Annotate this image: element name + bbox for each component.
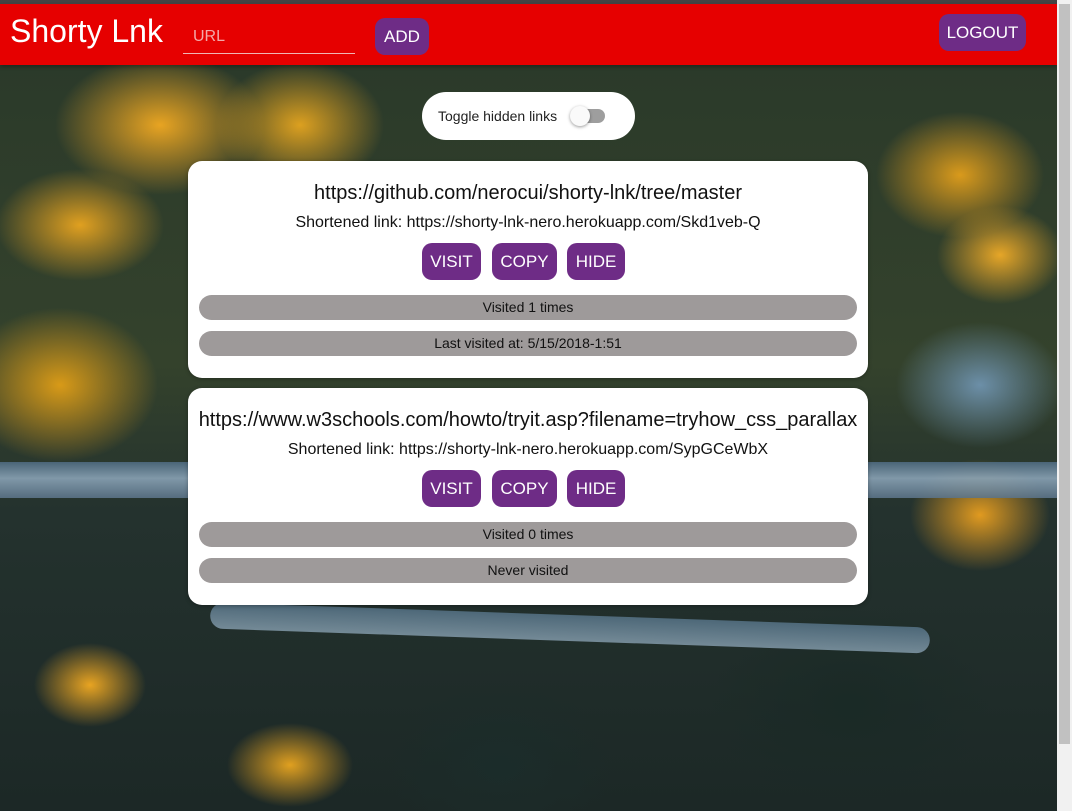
last-visited: Last visited at: 5/15/2018-1:51 [199,331,857,356]
shortened-link: Shortened link: https://shorty-lnk-nero.… [295,214,761,231]
visit-count: Visited 1 times [199,295,857,320]
url-input[interactable] [183,20,355,54]
link-card: https://www.w3schools.com/howto/tryit.as… [188,388,868,605]
copy-button[interactable]: COPY [492,470,557,507]
app-title: Shorty Lnk [10,13,163,49]
copy-button[interactable]: COPY [492,243,557,280]
shortened-link: Shortened link: https://shorty-lnk-nero.… [287,441,769,458]
link-url: https://www.w3schools.com/howto/tryit.as… [198,409,858,431]
toggle-hidden-links-label: Toggle hidden links [438,108,558,124]
last-visited: Never visited [199,558,857,583]
toggle-switch-knob[interactable] [570,106,590,126]
hide-button[interactable]: HIDE [567,243,625,280]
add-button[interactable]: ADD [375,18,429,55]
vertical-scrollbar[interactable] [1057,0,1072,811]
visit-button[interactable]: VISIT [422,470,481,507]
logout-button[interactable]: LOGOUT [939,14,1026,51]
app-header: Shorty Lnk ADD LOGOUT [0,4,1057,65]
visit-button[interactable]: VISIT [422,243,481,280]
hide-button[interactable]: HIDE [567,470,625,507]
scrollbar-thumb[interactable] [1059,4,1070,744]
visit-count: Visited 0 times [199,522,857,547]
background-road-curve [209,602,931,654]
link-url: https://github.com/nerocui/shorty-lnk/tr… [314,182,742,204]
link-card: https://github.com/nerocui/shorty-lnk/tr… [188,161,868,378]
